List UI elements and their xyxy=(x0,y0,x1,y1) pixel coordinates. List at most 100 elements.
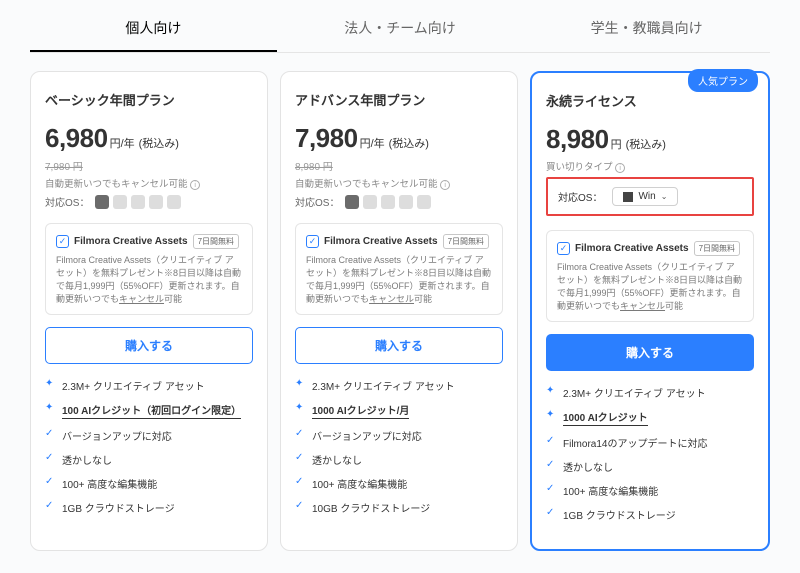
os-dropdown[interactable]: Win⌄ xyxy=(612,187,678,206)
feature-item: ✓ 1GB クラウドストレージ xyxy=(546,507,754,522)
mac-icon xyxy=(113,195,127,209)
price-unit: 円/年 xyxy=(360,135,385,151)
plan-cards: ベーシック年間プラン6,980円/年(税込み)7,980 円自動更新いつでもキャ… xyxy=(0,71,800,551)
feature-text: 10GB クラウドストレージ xyxy=(312,500,430,515)
feature-item: ✦1000 AIクレジット/月 xyxy=(295,402,503,419)
check-icon: ✓ xyxy=(295,428,306,440)
feature-item: ✦1000 AIクレジット xyxy=(546,409,754,426)
feature-text: 1GB クラウドストレージ xyxy=(563,507,676,522)
tab-1[interactable]: 法人・チーム向け xyxy=(277,10,524,52)
info-icon[interactable]: i xyxy=(440,180,450,190)
spark-icon: ✦ xyxy=(45,402,56,414)
feature-item: ✓ 100+ 高度な編集機能 xyxy=(546,483,754,498)
buy-button[interactable]: 購入する xyxy=(295,327,503,364)
feature-item: ✦2.3M+ クリエイティブ アセット xyxy=(45,378,253,393)
os-icons xyxy=(95,195,181,209)
os-row: 対応OS： xyxy=(295,194,503,209)
android-icon xyxy=(417,195,431,209)
renewal-note: 自動更新いつでもキャンセル可能 i xyxy=(45,176,253,190)
feature-item: ✓ Filmora14のアップデートに対応 xyxy=(546,435,754,450)
price-tax: (税込み) xyxy=(139,135,179,151)
renewal-note: 自動更新いつでもキャンセル可能 i xyxy=(295,176,503,190)
feature-text: 100+ 高度な編集機能 xyxy=(62,476,157,491)
feature-text: 100+ 高度な編集機能 xyxy=(312,476,407,491)
tab-2[interactable]: 学生・教職員向け xyxy=(523,10,770,52)
info-icon[interactable]: i xyxy=(190,180,200,190)
assets-checkbox[interactable]: ✓ xyxy=(56,235,69,248)
renewal-note: 買い切りタイプ i xyxy=(546,159,754,173)
assets-checkbox[interactable]: ✓ xyxy=(306,235,319,248)
feature-text: バージョンアップに対応 xyxy=(312,428,422,443)
android-icon xyxy=(167,195,181,209)
check-icon: ✓ xyxy=(295,476,306,488)
assets-name: Filmora Creative Assets xyxy=(324,236,438,247)
price-row: 8,980円(税込み) xyxy=(546,124,754,155)
check-icon: ✓ xyxy=(45,452,56,464)
os-icons xyxy=(345,195,431,209)
price-amount: 7,980 xyxy=(295,123,358,154)
assets-checkbox[interactable]: ✓ xyxy=(557,242,570,255)
feature-text: 100+ 高度な編集機能 xyxy=(563,483,658,498)
feature-text: Filmora14のアップデートに対応 xyxy=(563,435,707,450)
feature-item: ✦ 2.3M+ クリエイティブ アセット xyxy=(546,385,754,400)
tab-0[interactable]: 個人向け xyxy=(30,10,277,52)
feature-item: ✦ 100 AIクレジット（初回ログイン限定） xyxy=(45,402,253,419)
price-tax: (税込み) xyxy=(626,136,666,152)
plan-title: ベーシック年間プラン xyxy=(45,90,253,109)
os-value: Win xyxy=(638,191,655,202)
price-amount: 6,980 xyxy=(45,123,108,154)
plan-card-1: アドバンス年間プラン 7,980円/年(税込み) 8,980 円自動更新いつでもキャ… xyxy=(280,71,518,551)
assets-description: Filmora Creative Assets（クリエイティブ アセット）を無料… xyxy=(557,261,743,313)
price-amount: 8,980 xyxy=(546,124,609,155)
check-icon: ✓ xyxy=(45,476,56,488)
feature-text: 透かしなし xyxy=(62,452,112,467)
feature-text: 100 AIクレジット（初回ログイン限定） xyxy=(62,402,241,419)
feature-text: 1000 AIクレジット/月 xyxy=(312,402,409,419)
buy-button[interactable]: 購入する xyxy=(546,334,754,371)
check-icon: ✓ xyxy=(295,500,306,512)
feature-item: ✓ 透かしなし xyxy=(45,452,253,467)
windows-icon xyxy=(623,192,633,202)
feature-item: ✓ バージョンアップに対応 xyxy=(295,428,503,443)
price-strike: 8,980 円 xyxy=(295,158,503,173)
feature-item: ✓ 100+ 高度な編集機能 xyxy=(295,476,503,491)
price-row: 7,980円/年(税込み) xyxy=(295,123,503,154)
feature-text: 2.3M+ クリエイティブ アセット xyxy=(312,378,455,393)
info-icon[interactable]: i xyxy=(615,163,625,173)
mac-icon xyxy=(363,195,377,209)
check-icon: ✓ xyxy=(546,483,557,495)
feature-item: ✓透かしなし xyxy=(546,459,754,474)
feature-text: 2.3M+ クリエイティブ アセット xyxy=(563,385,706,400)
feature-text: 1GB クラウドストレージ xyxy=(62,500,175,515)
plan-title: アドバンス年間プラン xyxy=(295,90,503,109)
buy-button[interactable]: 購入する xyxy=(45,327,253,364)
os-label: 対応OS： xyxy=(45,194,89,209)
check-icon: ✓ xyxy=(546,507,557,519)
price-strike: 7,980 円 xyxy=(45,158,253,173)
creative-assets-box: ✓ Filmora Creative Assets 7日間無料 Filmora Cre… xyxy=(546,230,754,322)
feature-item: ✓ 100+ 高度な編集機能 xyxy=(45,476,253,491)
assets-name: Filmora Creative Assets xyxy=(575,243,689,254)
feature-text: バージョンアップに対応 xyxy=(62,428,172,443)
plan-title: 永続ライセンス xyxy=(546,91,754,110)
plan-card-2: 人気プラン永続ライセンス8,980円(税込み)買い切りタイプ i対応OS：Win… xyxy=(530,71,770,551)
feature-item: ✦2.3M+ クリエイティブ アセット xyxy=(295,378,503,393)
spark-icon: ✦ xyxy=(546,385,557,397)
check-icon: ✓ xyxy=(45,500,56,512)
feature-item: ✓ バージョンアップに対応 xyxy=(45,428,253,443)
windows-icon xyxy=(95,195,109,209)
assets-name: Filmora Creative Assets xyxy=(74,236,188,247)
ipad-icon xyxy=(149,195,163,209)
check-icon: ✓ xyxy=(546,435,557,447)
spark-icon: ✦ xyxy=(45,378,56,390)
ipad-icon xyxy=(399,195,413,209)
assets-trial-tag: 7日間無料 xyxy=(193,234,239,249)
check-icon: ✓ xyxy=(45,428,56,440)
assets-description: Filmora Creative Assets（クリエイティブ アセット）を無料… xyxy=(56,254,242,306)
plan-card-0: ベーシック年間プラン6,980円/年(税込み)7,980 円自動更新いつでもキャ… xyxy=(30,71,268,551)
creative-assets-box: ✓Filmora Creative Assets7日間無料Filmora Cre… xyxy=(295,223,503,315)
assets-trial-tag: 7日間無料 xyxy=(443,234,489,249)
feature-item: ✓ 10GB クラウドストレージ xyxy=(295,500,503,515)
assets-trial-tag: 7日間無料 xyxy=(694,241,740,256)
windows-icon xyxy=(345,195,359,209)
